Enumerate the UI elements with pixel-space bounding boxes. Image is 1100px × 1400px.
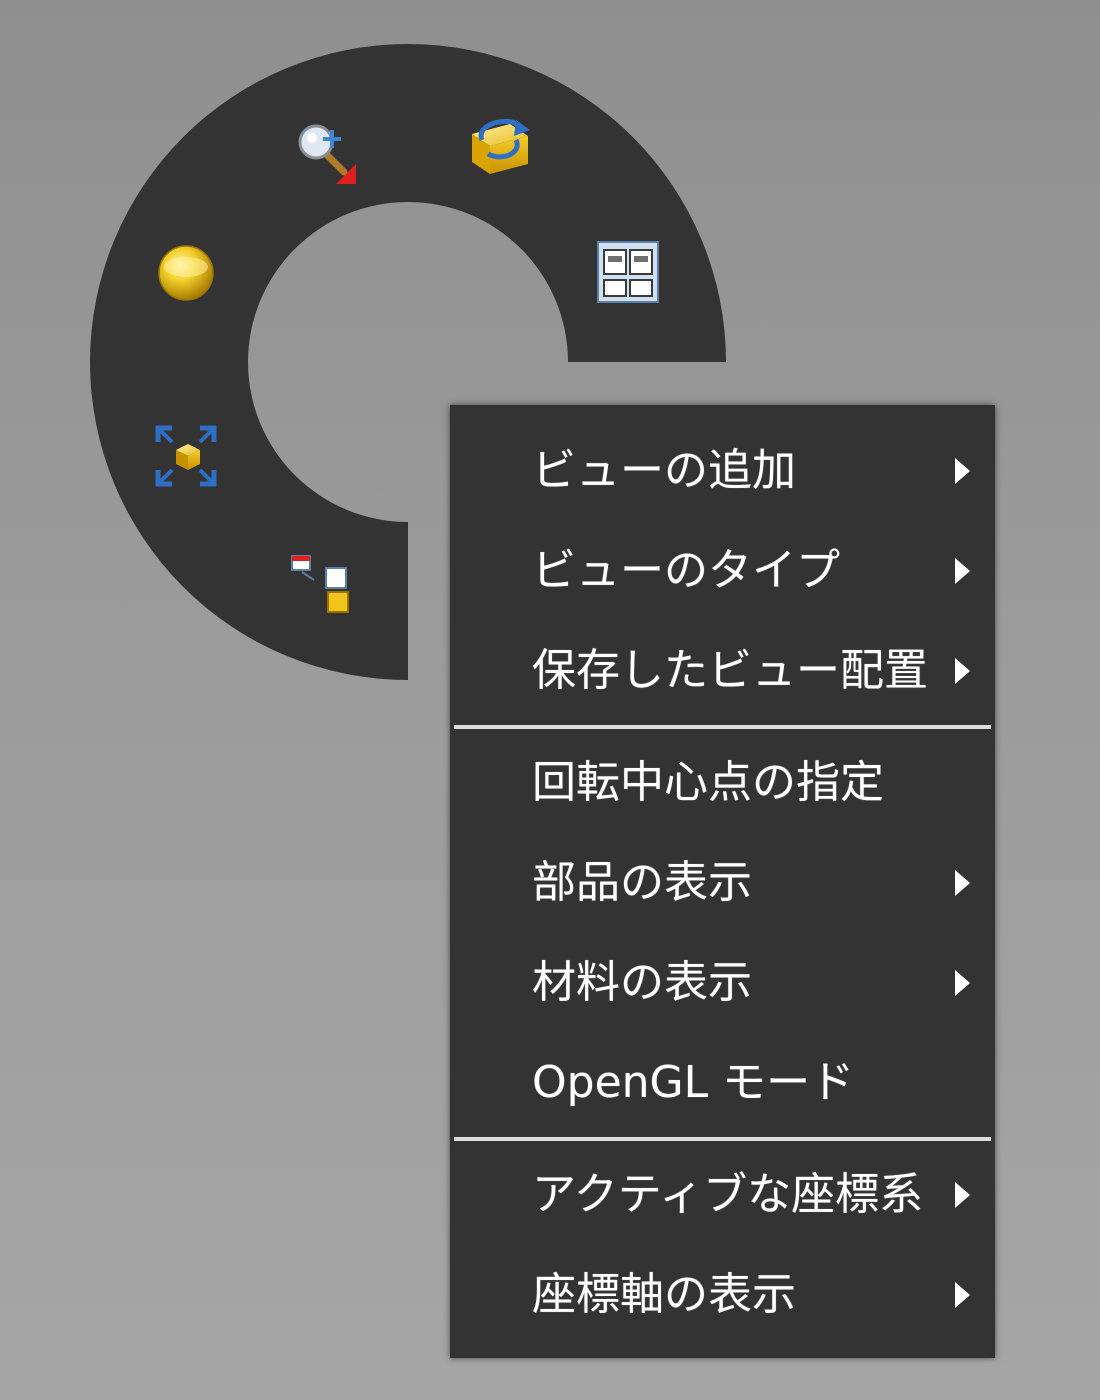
view-restore-icon[interactable] <box>291 555 349 613</box>
menu-separator <box>454 725 991 729</box>
menu-item[interactable]: 座標軸の表示 <box>450 1245 995 1345</box>
menu-item-label: OpenGL モード <box>532 1057 855 1108</box>
menu-item[interactable]: ビューの追加 <box>450 421 995 521</box>
menu-item-label: 部品の表示 <box>532 857 752 908</box>
menu-item-label: ビューのタイプ <box>532 545 840 596</box>
zoom-fit-icon[interactable] <box>155 425 217 487</box>
menu-item-label: 回転中心点の指定 <box>532 757 884 808</box>
menu-item[interactable]: 回転中心点の指定 <box>450 733 995 833</box>
menu-item[interactable]: 材料の表示 <box>450 933 995 1033</box>
menu-item[interactable]: OpenGL モード <box>450 1033 995 1133</box>
menu-item-label: ビューの追加 <box>532 445 796 496</box>
menu-item-label: 保存したビュー配置 <box>532 645 928 696</box>
submenu-arrow-icon <box>955 1182 970 1208</box>
submenu-arrow-icon <box>955 558 970 584</box>
menu-separator <box>454 1137 991 1141</box>
submenu-arrow-icon <box>955 870 970 896</box>
submenu-arrow-icon <box>955 1282 970 1308</box>
menu-item[interactable]: アクティブな座標系 <box>450 1145 995 1245</box>
view-orientation-icon[interactable] <box>472 118 530 174</box>
menu-item[interactable]: ビューのタイプ <box>450 521 995 621</box>
submenu-arrow-icon <box>955 658 970 684</box>
zoom-window-icon[interactable] <box>298 124 356 184</box>
menu-item[interactable]: 部品の表示 <box>450 833 995 933</box>
menu-item-label: 材料の表示 <box>532 957 752 1008</box>
menu-item[interactable]: 保存したビュー配置 <box>450 621 995 721</box>
menu-item-label: 座標軸の表示 <box>532 1269 796 1320</box>
shaded-sphere-icon[interactable] <box>158 245 214 301</box>
submenu-arrow-icon <box>955 458 970 484</box>
view-context-menu: ビューの追加 ビューのタイプ保存したビュー配置 回転中心点の指定 部品の表示材料の表示… <box>450 405 995 1358</box>
submenu-arrow-icon <box>955 970 970 996</box>
menu-item-label: アクティブな座標系 <box>532 1169 924 1220</box>
view-layout-icon[interactable] <box>597 241 659 303</box>
